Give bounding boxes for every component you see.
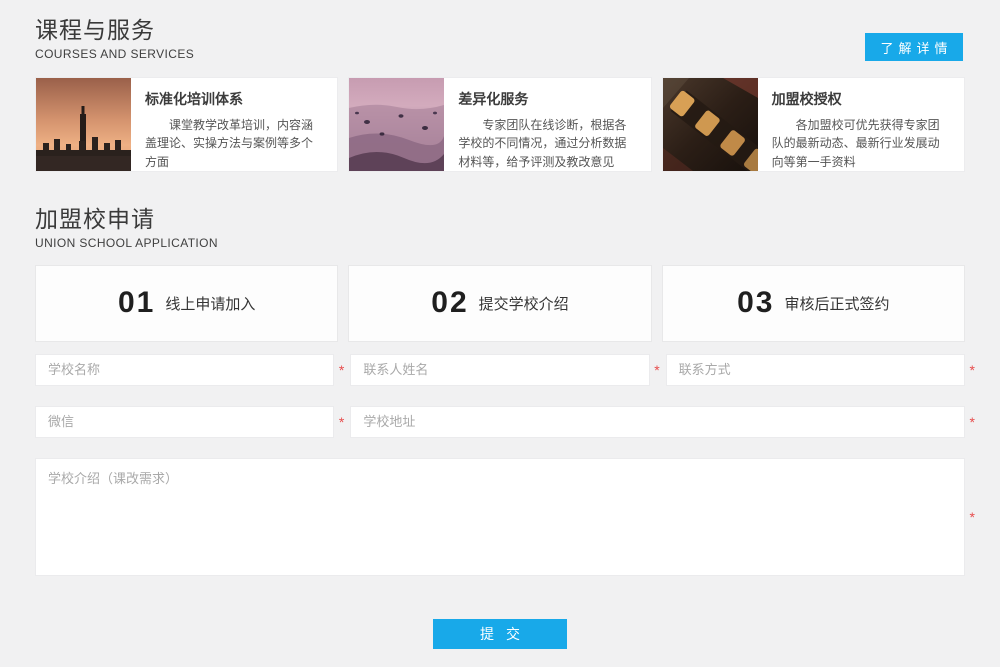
service-card-desc: 各加盟校可优先获得专家团队的最新动态、最新行业发展动向等第一手资料 — [772, 116, 951, 172]
application-section-title: 加盟校申请 — [35, 205, 965, 234]
application-section-subtitle: UNION SCHOOL APPLICATION — [35, 236, 965, 250]
step-number: 01 — [118, 286, 155, 320]
step-box-1: 01 线上申请加入 — [35, 265, 338, 342]
required-asterisk: * — [970, 510, 975, 524]
school-intro-textarea[interactable] — [35, 458, 965, 576]
service-card-body: 加盟校授权 各加盟校可优先获得专家团队的最新动态、最新行业发展动向等第一手资料 — [758, 78, 964, 171]
step-number: 02 — [431, 286, 468, 320]
required-asterisk: * — [654, 363, 659, 377]
school-name-input[interactable] — [35, 354, 334, 386]
franchise-page: 课程与服务 COURSES AND SERVICES 了解详情 — [0, 0, 1000, 667]
application-steps-row: 01 线上申请加入 02 提交学校介绍 03 审核后正式签约 — [35, 265, 965, 342]
contact-method-input[interactable] — [666, 354, 965, 386]
step-number: 03 — [737, 286, 774, 320]
step-label: 线上申请加入 — [165, 293, 255, 314]
submit-row: 提交 — [35, 619, 965, 649]
service-card-title: 标准化培训体系 — [145, 89, 324, 109]
school-intro-field: * — [35, 458, 965, 576]
contact-name-input[interactable] — [350, 354, 649, 386]
courses-section-header: 课程与服务 COURSES AND SERVICES — [35, 0, 965, 61]
service-card-desc: 专家团队在线诊断，根据各学校的不同情况，通过分析数据材料等，给予评测及教改意见 — [458, 116, 637, 172]
contact-name-field: * — [350, 354, 649, 386]
courses-section-title: 课程与服务 — [35, 16, 965, 45]
school-address-input[interactable] — [350, 406, 965, 438]
submit-button[interactable]: 提交 — [433, 619, 567, 649]
service-card-differentiated-service: 差异化服务 专家团队在线诊断，根据各学校的不同情况，通过分析数据材料等，给予评测… — [348, 77, 651, 172]
required-asterisk: * — [339, 363, 344, 377]
service-card-body: 标准化培训体系 课堂教学改革培训，内容涵盖理论、实操方法与案例等多个方面 — [131, 78, 337, 171]
school-address-field: * — [350, 406, 965, 438]
application-section-header: 加盟校申请 UNION SCHOOL APPLICATION — [35, 172, 965, 250]
film-strip-image — [663, 78, 758, 171]
step-label: 审核后正式签约 — [785, 293, 890, 314]
desert-dusk-image — [349, 78, 444, 171]
city-sunset-image — [36, 78, 131, 171]
required-asterisk: * — [339, 415, 344, 429]
school-name-field: * — [35, 354, 334, 386]
service-cards-row: 标准化培训体系 课堂教学改革培训，内容涵盖理论、实操方法与案例等多个方面 — [35, 77, 965, 172]
wechat-field: * — [35, 406, 334, 438]
service-card-standard-training: 标准化培训体系 课堂教学改革培训，内容涵盖理论、实操方法与案例等多个方面 — [35, 77, 338, 172]
wechat-input[interactable] — [35, 406, 334, 438]
learn-more-button[interactable]: 了解详情 — [865, 33, 963, 61]
service-card-body: 差异化服务 专家团队在线诊断，根据各学校的不同情况，通过分析数据材料等，给予评测… — [444, 78, 650, 171]
step-label: 提交学校介绍 — [479, 293, 569, 314]
step-box-2: 02 提交学校介绍 — [348, 265, 651, 342]
service-card-desc: 课堂教学改革培训，内容涵盖理论、实操方法与案例等多个方面 — [145, 116, 324, 172]
service-card-franchise-authorization: 加盟校授权 各加盟校可优先获得专家团队的最新动态、最新行业发展动向等第一手资料 — [662, 77, 965, 172]
step-box-3: 03 审核后正式签约 — [662, 265, 965, 342]
contact-method-field: * — [666, 354, 965, 386]
required-asterisk: * — [970, 415, 975, 429]
required-asterisk: * — [970, 363, 975, 377]
service-card-title: 差异化服务 — [458, 89, 637, 109]
service-card-title: 加盟校授权 — [772, 89, 951, 109]
application-form: * * * * * * — [35, 354, 965, 576]
courses-section-subtitle: COURSES AND SERVICES — [35, 47, 965, 61]
